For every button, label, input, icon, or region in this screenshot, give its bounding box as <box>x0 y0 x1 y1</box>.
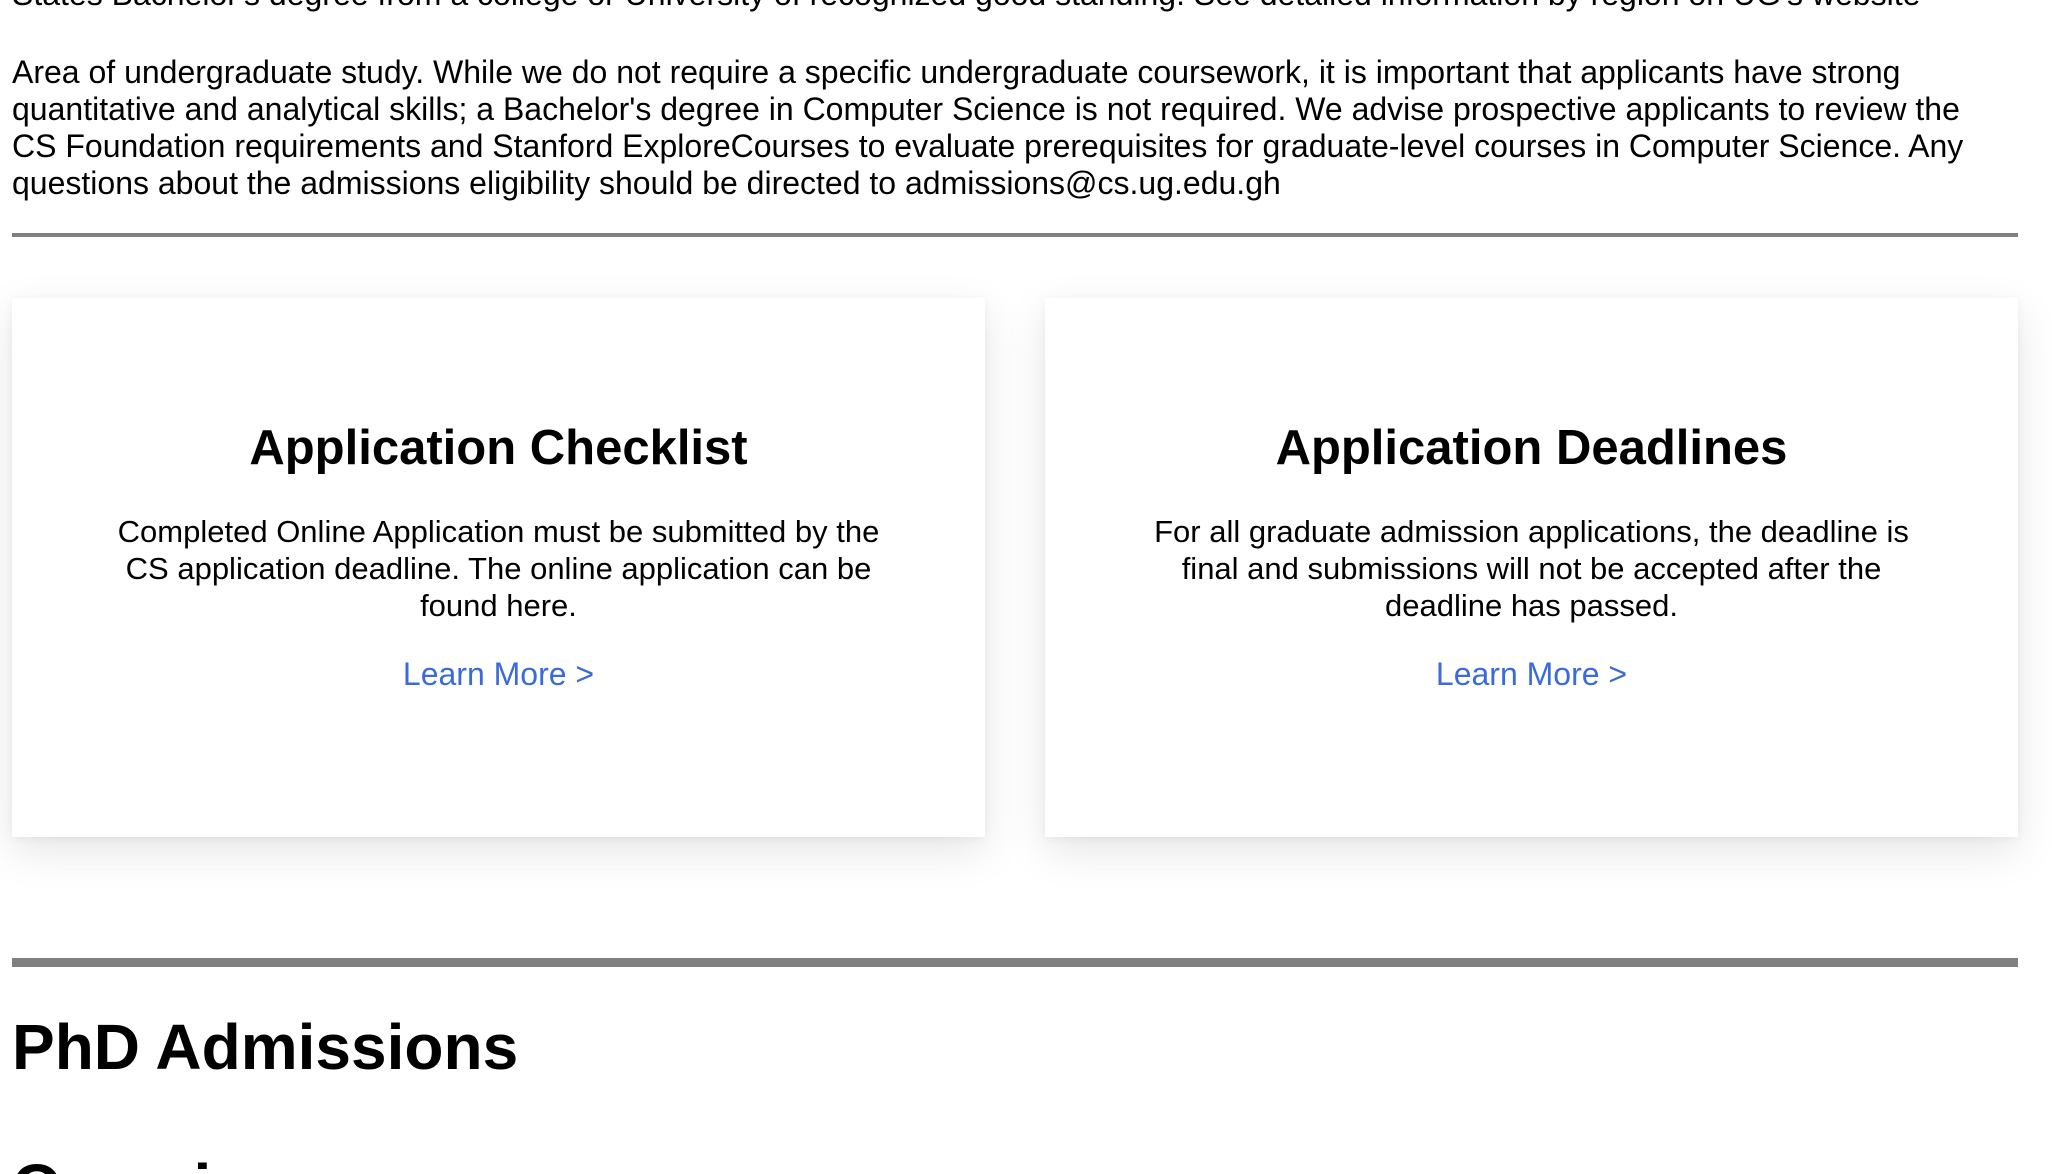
intro-paragraph: Area of undergraduate study. While we do… <box>12 54 1964 201</box>
card-title: Application Checklist <box>249 421 748 475</box>
application-checklist-card: Application Checklist Completed Online A… <box>12 298 985 837</box>
learn-more-link[interactable]: Learn More > <box>12 656 985 693</box>
card-body: For all graduate admission applications,… <box>1154 514 1909 623</box>
learn-more-link[interactable]: Learn More > <box>1045 656 2018 693</box>
phd-admissions-heading: PhD Admissions <box>12 1011 519 1083</box>
card-body: Completed Online Application must be sub… <box>117 514 880 623</box>
section-divider <box>12 233 2018 237</box>
section-divider-thick <box>12 958 2018 967</box>
page: States Bachelor's degree from a college … <box>0 0 2052 1174</box>
application-deadlines-card: Application Deadlines For all graduate a… <box>1045 298 2018 837</box>
overview-heading: Overview <box>12 1150 297 1174</box>
card-title: Application Deadlines <box>1275 421 1788 475</box>
intro-cutoff-text: States Bachelor's degree from a college … <box>12 0 2022 13</box>
